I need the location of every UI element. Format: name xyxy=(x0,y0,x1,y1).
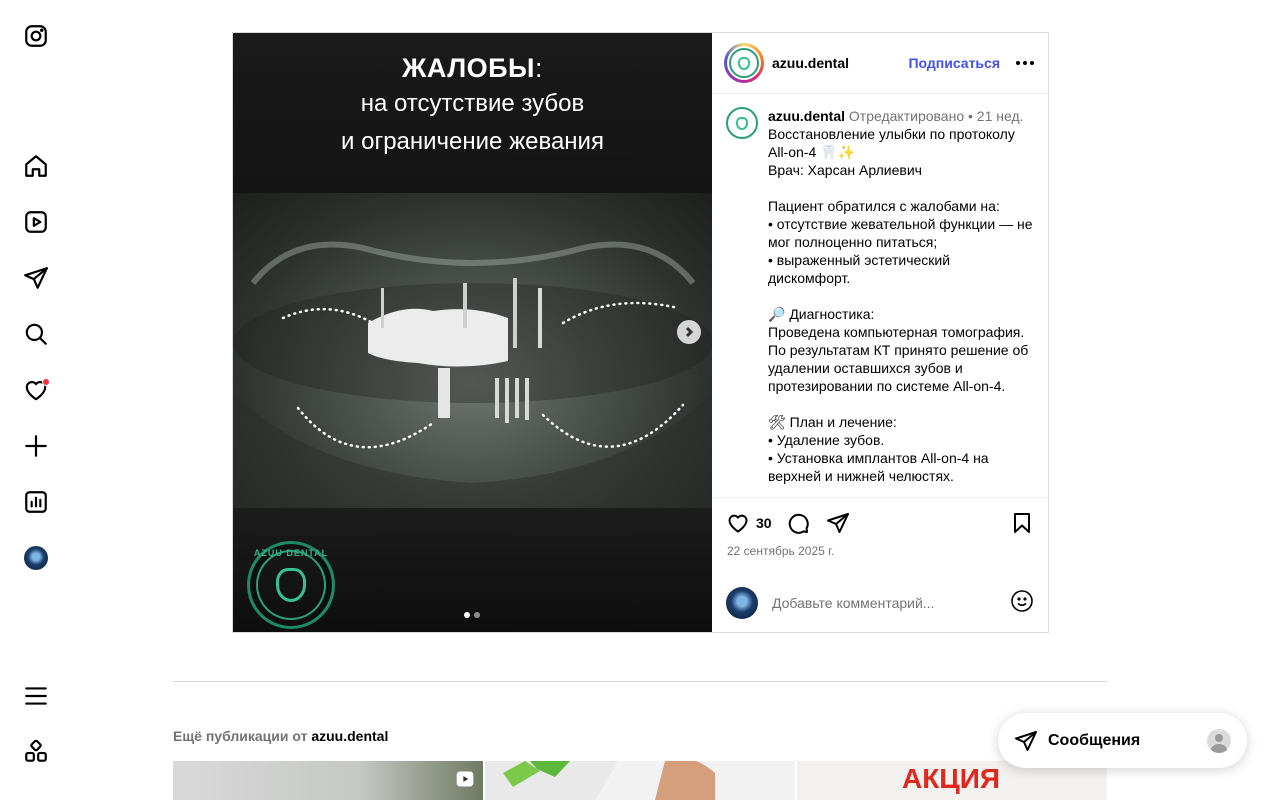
caption-edited: Отредактировано xyxy=(848,108,965,124)
media-heading: ЖАЛОБЫ: xyxy=(401,53,544,83)
like-count[interactable]: 30 xyxy=(756,515,772,531)
share-icon[interactable] xyxy=(826,511,850,535)
comment-icon[interactable] xyxy=(786,511,810,535)
messages-label: Сообщения xyxy=(1048,731,1141,749)
left-navigation xyxy=(0,0,72,800)
post-sidebar: azuu.dental Подписаться azuu.dental Отре… xyxy=(712,33,1048,632)
media-subheading-line1: на отсутствие зубов xyxy=(360,90,585,117)
messages-avatar xyxy=(1207,728,1231,753)
post: ЖАЛОБЫ: на отсутствие зубов и ограничени… xyxy=(232,32,1049,633)
messages-button[interactable]: Сообщения xyxy=(998,713,1247,768)
post-date[interactable]: 22 сентябрь 2025 г. xyxy=(727,544,834,558)
more-options-icon[interactable] xyxy=(1014,61,1036,65)
avatar-logo-icon xyxy=(726,107,758,139)
caption-username[interactable]: azuu.dental xyxy=(768,108,845,124)
carousel-next-button[interactable] xyxy=(677,320,701,344)
instagram-logo-icon[interactable] xyxy=(22,22,50,50)
search-icon[interactable] xyxy=(22,320,50,348)
clinic-logo: AZUU DENTAL xyxy=(247,541,335,629)
clinic-logo-text: AZUU DENTAL xyxy=(253,548,329,558)
notification-dot xyxy=(42,378,50,386)
more-posts-username[interactable]: azuu.dental xyxy=(311,728,388,744)
save-icon[interactable] xyxy=(1010,511,1034,535)
more-posts-heading: Ещё публикации от azuu.dental xyxy=(173,728,388,744)
media-subheading-line2: и ограничение жевания xyxy=(341,128,604,155)
insights-icon[interactable] xyxy=(22,488,50,516)
carousel-dot-1 xyxy=(464,612,470,618)
tooth-icon xyxy=(276,568,306,602)
more-post-thumb-1[interactable] xyxy=(173,761,483,800)
direct-icon[interactable] xyxy=(22,264,50,292)
like-icon[interactable] xyxy=(726,511,750,535)
xray-image xyxy=(233,193,712,508)
story-ring-avatar[interactable] xyxy=(724,43,764,83)
notifications-icon[interactable] xyxy=(22,376,50,404)
caption-area[interactable]: azuu.dental Отредактировано • 21 нед. Во… xyxy=(712,95,1048,497)
emoji-icon[interactable] xyxy=(1010,589,1034,618)
reel-icon xyxy=(455,769,475,789)
caption-body: azuu.dental Отредактировано • 21 нед. Во… xyxy=(768,107,1033,497)
commenter-avatar xyxy=(726,587,758,619)
direct-icon xyxy=(1015,730,1037,751)
carousel-dots xyxy=(464,612,480,618)
menu-icon[interactable] xyxy=(22,682,50,710)
action-row: 30 xyxy=(726,511,1034,535)
post-username[interactable]: azuu.dental xyxy=(772,55,849,71)
chevron-right-icon xyxy=(685,326,694,338)
create-icon[interactable] xyxy=(22,432,50,460)
caption-separator: • xyxy=(968,108,973,124)
avatar-logo-icon xyxy=(729,48,759,78)
post-header: azuu.dental Подписаться xyxy=(712,33,1048,94)
comment-row: Добавьте комментарий... xyxy=(726,586,1034,620)
caption-avatar[interactable] xyxy=(726,107,758,139)
media-title-area: ЖАЛОБЫ: на отсутствие зубов и ограничени… xyxy=(233,33,712,193)
divider xyxy=(173,681,1108,682)
profile-avatar[interactable] xyxy=(22,544,50,572)
more-post-thumb-2[interactable] xyxy=(485,761,795,800)
caption-time[interactable]: 21 нед. xyxy=(977,108,1024,124)
post-media-carousel[interactable]: ЖАЛОБЫ: на отсутствие зубов и ограничени… xyxy=(233,33,712,632)
reels-icon[interactable] xyxy=(22,208,50,236)
home-icon[interactable] xyxy=(22,152,50,180)
carousel-dot-2 xyxy=(474,612,480,618)
also-from-meta-icon[interactable] xyxy=(22,738,50,766)
promo-text: АКЦИЯ xyxy=(902,763,1001,794)
comment-input[interactable]: Добавьте комментарий... xyxy=(772,595,1010,611)
follow-button[interactable]: Подписаться xyxy=(908,55,1000,71)
caption-text: Восстановление улыбки по протоколу All-o… xyxy=(768,126,1033,484)
more-posts-prefix: Ещё публикации от xyxy=(173,728,308,744)
post-actions: 30 22 сентябрь 2025 г. Добавьте коммента… xyxy=(712,497,1048,632)
